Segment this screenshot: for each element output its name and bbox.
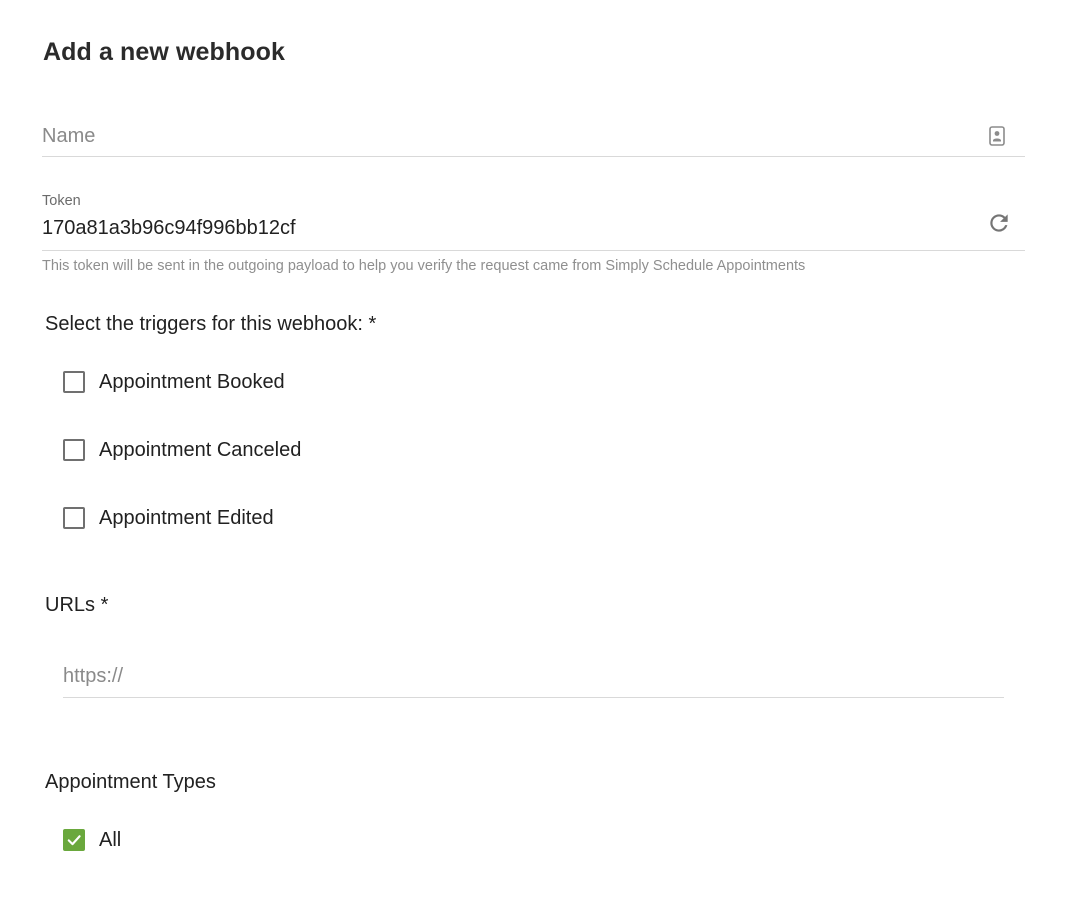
contact-card-icon xyxy=(989,126,1005,146)
urls-heading: URLs * xyxy=(45,594,109,616)
trigger-appointment-canceled[interactable]: Appointment Canceled xyxy=(63,436,301,464)
checkbox[interactable] xyxy=(63,371,85,393)
checkbox-checked[interactable] xyxy=(63,829,85,851)
name-field[interactable] xyxy=(42,118,1025,157)
token-field[interactable]: Token 170a81a3b96c94f996bb12cf xyxy=(42,190,1025,251)
name-input[interactable] xyxy=(42,118,962,154)
trigger-appointment-booked[interactable]: Appointment Booked xyxy=(63,368,285,396)
checkbox[interactable] xyxy=(63,439,85,461)
checkbox-label: Appointment Canceled xyxy=(99,438,302,461)
triggers-heading: Select the triggers for this webhook: * xyxy=(45,313,377,335)
url-input[interactable] xyxy=(63,658,1004,694)
refresh-icon[interactable] xyxy=(986,210,1012,236)
token-hint: This token will be sent in the outgoing … xyxy=(42,258,806,274)
page-title: Add a new webhook xyxy=(43,38,285,66)
token-value[interactable]: 170a81a3b96c94f996bb12cf xyxy=(42,217,296,240)
checkbox[interactable] xyxy=(63,507,85,529)
checkmark-icon xyxy=(67,835,81,846)
checkbox-label: All xyxy=(99,828,122,851)
token-label: Token xyxy=(42,193,81,209)
trigger-appointment-edited[interactable]: Appointment Edited xyxy=(63,504,274,532)
checkbox-label: Appointment Edited xyxy=(99,506,274,529)
appointment-type-all[interactable]: All xyxy=(63,826,121,854)
checkbox-label: Appointment Booked xyxy=(99,370,285,393)
url-field[interactable] xyxy=(63,658,1004,698)
appointment-types-heading: Appointment Types xyxy=(45,771,216,793)
